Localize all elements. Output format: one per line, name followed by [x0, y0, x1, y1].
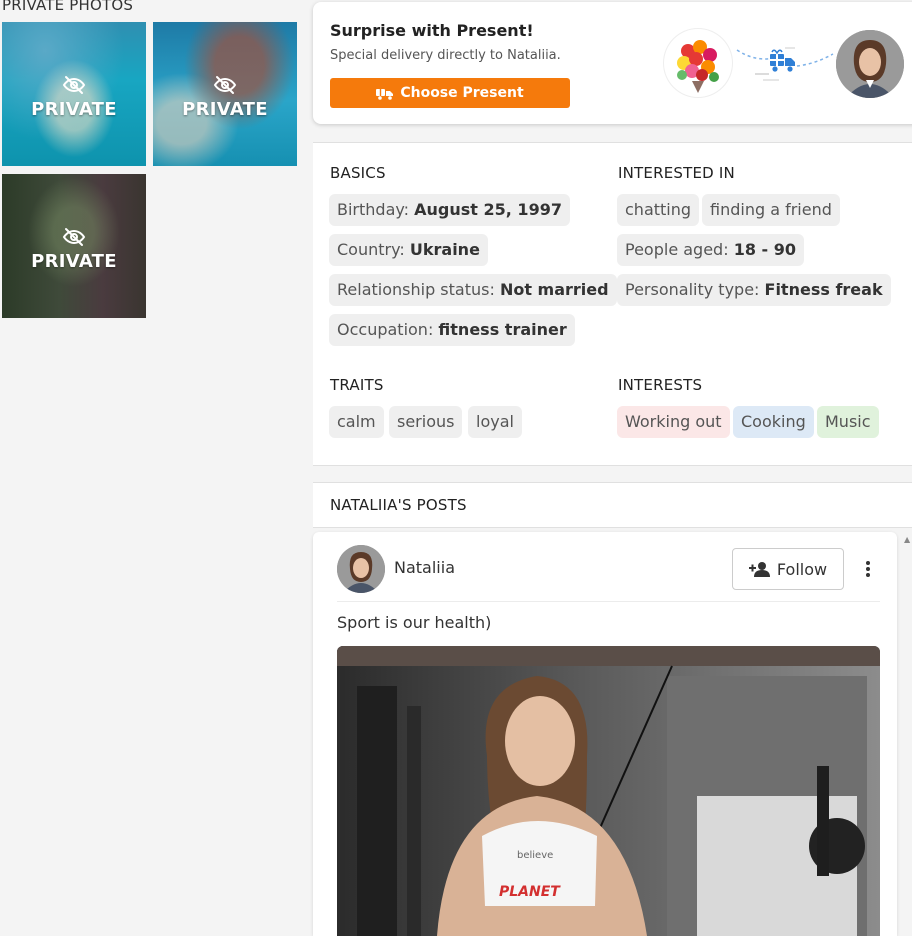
private-photo-label: PRIVATE: [182, 98, 268, 120]
basics-relationship-chip: Relationship status: Not married: [329, 274, 617, 306]
chip-value: fitness trainer: [438, 320, 567, 339]
private-photo-label: PRIVATE: [31, 250, 117, 272]
trait-chip: calm: [329, 406, 384, 438]
present-card: Surprise with Present! Special delivery …: [313, 2, 912, 124]
basics-title: BASICS: [330, 164, 386, 182]
follow-button[interactable]: Follow: [732, 548, 844, 590]
chip-label: People aged:: [625, 240, 734, 259]
eye-slash-icon: [213, 75, 237, 94]
basics-country-chip: Country: Ukraine: [329, 234, 488, 266]
private-photos-title: PRIVATE PHOTOS: [2, 0, 134, 14]
truck-gift-icon: [376, 87, 394, 100]
interests-title: INTERESTS: [618, 376, 703, 394]
interest-chip: Music: [817, 406, 879, 438]
eye-slash-icon: [62, 75, 86, 94]
trait-chip: loyal: [468, 406, 522, 438]
choose-present-label: Choose Present: [400, 85, 524, 101]
private-photo-2[interactable]: PRIVATE: [153, 22, 297, 166]
chip-label: Country:: [337, 240, 410, 259]
post-image[interactable]: believe PLANET: [337, 646, 880, 936]
posts-header: NATALIIA'S POSTS: [313, 482, 912, 528]
shirt-brand: PLANET: [499, 884, 561, 900]
interested-in-title: INTERESTED IN: [618, 164, 735, 182]
post-author-name[interactable]: Nataliia: [394, 558, 455, 577]
chip-value: 18 - 90: [733, 240, 796, 259]
basics-birthday-chip: Birthday: August 25, 1997: [329, 194, 570, 226]
chip-label: Occupation:: [337, 320, 439, 339]
private-photo-3[interactable]: PRIVATE: [2, 174, 146, 318]
posts-title: NATALIIA'S POSTS: [330, 496, 467, 514]
scroll-up-icon[interactable]: ▲: [904, 536, 912, 544]
delivery-truck-icon: [770, 49, 795, 72]
present-title: Surprise with Present!: [330, 21, 534, 40]
interest-chip: Working out: [617, 406, 730, 438]
interest-chip: Cooking: [733, 406, 814, 438]
interested-personality-chip: Personality type: Fitness freak: [617, 274, 891, 306]
chip-value: August 25, 1997: [414, 200, 562, 219]
follow-label: Follow: [776, 559, 828, 579]
chip-label: Personality type:: [625, 280, 765, 299]
post-card: Nataliia Follow Sport is our health) bel…: [313, 532, 897, 936]
chip-value: Fitness freak: [764, 280, 883, 299]
traits-title: TRAITS: [330, 376, 384, 394]
flower-bouquet-icon: [664, 29, 732, 97]
basics-occupation-chip: Occupation: fitness trainer: [329, 314, 575, 346]
trait-chip: serious: [389, 406, 463, 438]
shirt-text: believe: [517, 850, 553, 861]
eye-slash-icon: [62, 227, 86, 246]
chip-value: Not married: [499, 280, 609, 299]
interested-tag-chip: finding a friend: [702, 194, 840, 226]
chip-value: Ukraine: [409, 240, 480, 259]
post-divider: [337, 601, 880, 602]
private-photo-label: PRIVATE: [31, 98, 117, 120]
chip-label: Relationship status:: [337, 280, 500, 299]
interested-tag-chip: chatting: [617, 194, 700, 226]
present-subtitle: Special delivery directly to Nataliia.: [330, 48, 561, 63]
more-vertical-icon[interactable]: [858, 559, 878, 579]
interested-age-chip: People aged: 18 - 90: [617, 234, 804, 266]
present-recipient-avatar: [836, 30, 904, 98]
chip-label: Birthday:: [337, 200, 415, 219]
profile-details-card: BASICS Birthday: August 25, 1997 Country…: [313, 142, 912, 466]
avatar[interactable]: [337, 545, 385, 593]
private-photo-1[interactable]: PRIVATE: [2, 22, 146, 166]
choose-present-button[interactable]: Choose Present: [330, 78, 570, 108]
add-person-icon: [748, 562, 770, 577]
post-text: Sport is our health): [337, 613, 492, 632]
scrollbar[interactable]: [904, 532, 912, 936]
